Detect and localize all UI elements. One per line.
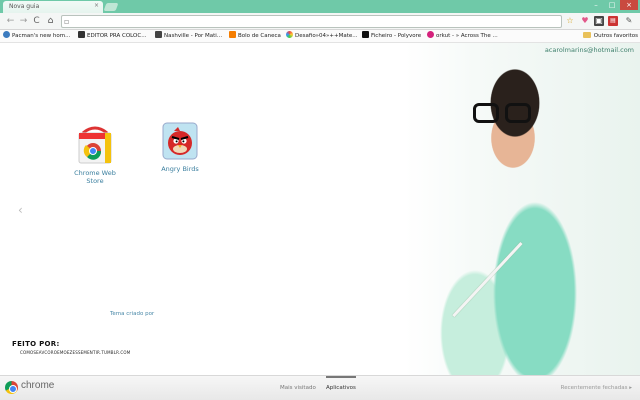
- reload-button[interactable]: C: [31, 16, 42, 27]
- other-bookmarks[interactable]: Outros favoritos: [582, 31, 638, 42]
- chrome-logo-icon: [5, 381, 18, 394]
- bookmark-label: Bolo de Caneca: [238, 33, 281, 39]
- app-label: Angry Birds: [161, 165, 199, 173]
- chevron-left-icon[interactable]: ‹: [18, 203, 23, 217]
- recently-closed-menu[interactable]: Recentemente fechadas ▸: [561, 385, 632, 391]
- bookmark-favicon-icon: [3, 31, 10, 38]
- bookmark-item[interactable]: Bolo de Caneca: [229, 31, 281, 42]
- bookmark-label: Desafio»04»++Mate...: [295, 33, 358, 39]
- angry-birds-icon: [162, 122, 198, 160]
- tab-nova-guia[interactable]: Nova guia ×: [3, 1, 103, 13]
- glasses-graphic: [473, 103, 535, 125]
- page-icon: ▫: [64, 17, 70, 26]
- bookmark-item[interactable]: Desafio»04»++Mate...: [286, 31, 358, 42]
- bookmark-favicon-icon: [155, 31, 162, 38]
- wrench-icon[interactable]: ✎: [624, 16, 634, 26]
- home-button[interactable]: ⌂: [45, 16, 56, 27]
- bookmark-favicon-icon: [229, 31, 236, 38]
- forward-button[interactable]: →: [18, 16, 29, 27]
- other-bookmarks-label: Outros favoritos: [593, 33, 638, 39]
- folder-icon: [582, 32, 591, 38]
- new-tab-page: acarolmarins@hotmail.com Chrome Web Stor…: [0, 43, 640, 375]
- app-label: Chrome Web Store: [74, 169, 116, 185]
- app-chrome-web-store[interactable]: Chrome Web Store: [65, 123, 125, 185]
- feito-por-label: FEITO POR:: [12, 340, 60, 348]
- minimize-icon[interactable]: –: [588, 0, 604, 10]
- chrome-web-store-icon: [78, 126, 112, 164]
- feito-por-url: COMOSEAVCOROEMOEZESSEMENTIR.TUMBLR.COM: [20, 350, 131, 355]
- bookmark-label: Pacman's new hom...: [12, 33, 71, 39]
- bookmark-item[interactable]: Ficheiro - Polyvore: [362, 31, 421, 42]
- new-tab-button[interactable]: [103, 3, 119, 11]
- close-window-icon[interactable]: ×: [620, 0, 638, 10]
- maximize-icon[interactable]: □: [604, 0, 620, 10]
- pdf-extension-icon[interactable]: ▤: [608, 16, 618, 26]
- bookmark-item[interactable]: Pacman's new hom...: [3, 31, 70, 42]
- account-email[interactable]: acarolmarins@hotmail.com: [545, 46, 634, 54]
- bookmark-favicon-icon: [286, 31, 293, 38]
- star-icon[interactable]: ☆: [565, 16, 575, 26]
- tab-most-visited[interactable]: Mais visitado: [280, 376, 316, 400]
- bookmark-item[interactable]: Nashville - Por Mati...: [155, 31, 222, 42]
- bookmark-favicon-icon: [362, 31, 369, 38]
- theme-background-photo: [405, 43, 640, 375]
- omnibox[interactable]: ▫: [61, 15, 562, 28]
- toolbar: ← → C ⌂ ▫ ☆ ♥ ▣ ▤ ✎: [0, 13, 640, 30]
- bookmark-item[interactable]: EDITOR PRA COLOC...: [78, 31, 146, 42]
- bookmark-favicon-icon: [427, 31, 434, 38]
- chrome-wordmark: chrome: [21, 380, 55, 391]
- heart-extension-icon[interactable]: ♥: [580, 16, 590, 26]
- bottom-bar: chrome Mais visitado Aplicativos Recente…: [0, 375, 640, 400]
- bookmark-label: Nashville - Por Mati...: [164, 33, 223, 39]
- theme-credit-link[interactable]: Tema criado por: [110, 311, 154, 317]
- bookmark-label: orkut - » Across The ...: [436, 33, 498, 39]
- back-button[interactable]: ←: [5, 16, 16, 27]
- tab-apps[interactable]: Aplicativos: [326, 376, 356, 400]
- bookmark-label: Ficheiro - Polyvore: [371, 33, 422, 39]
- bookmark-item[interactable]: orkut - » Across The ...: [427, 31, 498, 42]
- app-angry-birds[interactable]: Angry Birds: [150, 119, 210, 173]
- tab-strip: Nova guia × – □ ×: [0, 0, 640, 13]
- bookmark-label: EDITOR PRA COLOC...: [87, 33, 147, 39]
- extension-icon[interactable]: ▣: [594, 16, 604, 26]
- bookmarks-bar: Pacman's new hom... EDITOR PRA COLOC... …: [0, 30, 640, 43]
- bookmark-favicon-icon: [78, 31, 85, 38]
- tab-title: Nova guia: [9, 3, 40, 10]
- tab-close-icon[interactable]: ×: [94, 2, 99, 9]
